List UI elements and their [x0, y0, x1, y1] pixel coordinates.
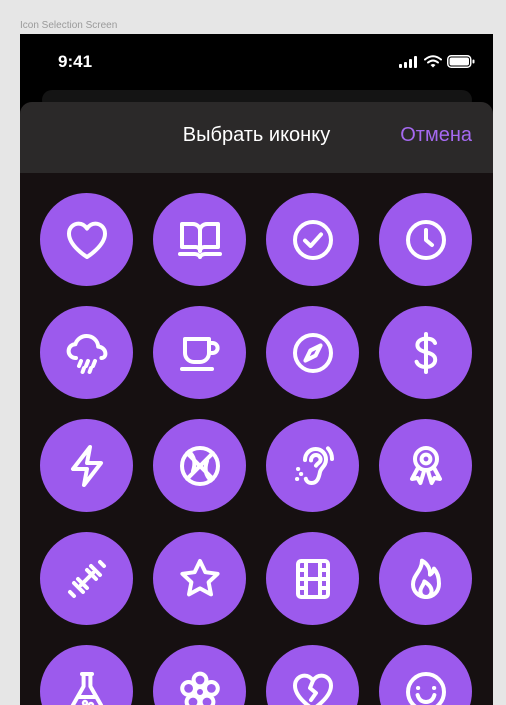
icon-picker-sheet: Выбрать иконку Отмена [20, 102, 493, 705]
icon-option-heart[interactable] [40, 193, 133, 286]
wifi-icon [424, 55, 442, 68]
phone-screen: 9:41 Выбрать иконку Отмена [20, 34, 493, 705]
cancel-button[interactable]: Отмена [400, 124, 472, 147]
battery-icon [447, 55, 475, 68]
clock-icon [405, 219, 446, 260]
broken-heart-icon [292, 673, 333, 705]
flower-icon [179, 671, 220, 705]
coffee-cup-icon [179, 336, 220, 371]
icon-option-book[interactable] [153, 193, 246, 286]
icon-option-dollar[interactable] [379, 306, 472, 399]
icon-grid [40, 193, 472, 705]
icon-option-broken-heart[interactable] [266, 645, 359, 705]
lightning-icon [70, 444, 103, 487]
icon-option-basketball[interactable] [153, 419, 246, 512]
icon-option-smile[interactable] [379, 645, 472, 705]
frame-label: Icon Selection Screen [20, 20, 118, 31]
book-icon [177, 221, 222, 259]
icon-option-flame[interactable] [379, 532, 472, 625]
award-ribbon-icon [409, 445, 442, 485]
check-circle-icon [292, 219, 333, 260]
status-time: 9:41 [58, 52, 93, 71]
icon-option-film[interactable] [266, 532, 359, 625]
heart-icon [66, 221, 107, 259]
film-icon [295, 558, 330, 599]
icon-option-flower[interactable] [153, 645, 246, 705]
dumbbell-icon [67, 559, 106, 598]
flask-icon [70, 671, 103, 705]
icon-option-star[interactable] [153, 532, 246, 625]
cellular-signal-icon [399, 55, 417, 68]
icon-option-award-ribbon[interactable] [379, 419, 472, 512]
icon-option-ear[interactable] [266, 419, 359, 512]
basketball-icon [179, 445, 220, 486]
status-icons [399, 55, 475, 68]
icon-option-lightning[interactable] [40, 419, 133, 512]
sheet-header: Выбрать иконку Отмена [20, 102, 493, 173]
icon-option-compass[interactable] [266, 306, 359, 399]
star-icon [179, 558, 220, 596]
icon-option-dumbbell[interactable] [40, 532, 133, 625]
compass-icon [292, 332, 333, 373]
icon-option-flask[interactable] [40, 645, 133, 705]
dollar-icon [414, 331, 437, 374]
smile-icon [405, 671, 446, 705]
icon-option-check-circle[interactable] [266, 193, 359, 286]
flame-icon [410, 558, 441, 599]
ear-icon [294, 445, 334, 485]
cloud-rain-icon [66, 333, 107, 374]
status-bar: 9:41 [20, 34, 493, 92]
icon-option-cloud-rain[interactable] [40, 306, 133, 399]
icon-option-clock[interactable] [379, 193, 472, 286]
icon-option-coffee-cup[interactable] [153, 306, 246, 399]
